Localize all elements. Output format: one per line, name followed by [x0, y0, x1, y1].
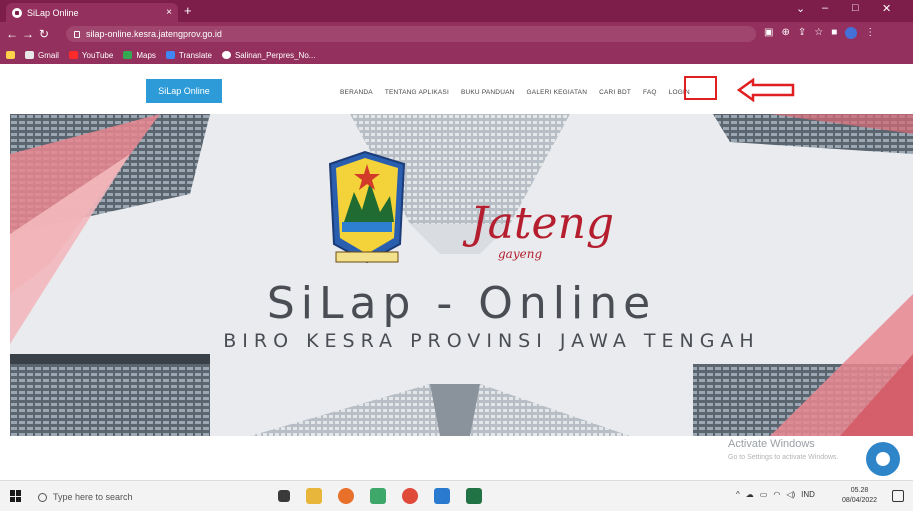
taskbar-clock[interactable]: 05.28 08/04/2022 [842, 486, 877, 506]
lock-icon [74, 30, 80, 38]
maps-icon [123, 51, 133, 59]
photos-icon[interactable] [370, 488, 386, 504]
gayeng-logo-text: gayeng [498, 247, 543, 261]
red-arrow-annotation-icon [737, 78, 795, 102]
chrome-icon[interactable] [402, 488, 418, 504]
hero-background-illustration [10, 114, 913, 436]
bookmark-label: Salinan_Perpres_No... [234, 50, 316, 60]
gmail-icon [25, 51, 34, 59]
maximize-button[interactable]: □ [852, 2, 859, 14]
globe-icon [221, 51, 231, 59]
new-tab-button[interactable]: + [184, 3, 192, 19]
tab-search-icon[interactable]: ⌄ [796, 2, 805, 15]
bookmark-perpres[interactable]: Salinan_Perpres_No... [221, 50, 316, 60]
language-indicator[interactable]: IND [801, 490, 815, 499]
hero-title: SiLap - Online [266, 278, 657, 329]
wifi-icon[interactable]: ◠ [773, 490, 780, 499]
browser-toolbar: ← → ↻ silap-online.kesra.jatengprov.go.i… [0, 22, 913, 46]
volume-icon[interactable]: ◁) [786, 490, 795, 499]
zoom-icon[interactable]: ⊕ [781, 27, 789, 39]
activate-windows-sub: Go to Settings to activate Windows. [728, 454, 839, 461]
excel-icon[interactable] [466, 488, 482, 504]
bookmark-maps[interactable]: Maps [123, 51, 156, 60]
faq-highlight-box [684, 76, 717, 100]
brand-button[interactable]: SiLap Online [146, 79, 222, 103]
profile-avatar-icon[interactable] [845, 27, 858, 39]
bookmark-label: Gmail [38, 50, 59, 60]
chat-widget-button[interactable] [866, 442, 900, 476]
translate-icon [165, 51, 175, 59]
file-explorer-icon[interactable] [306, 488, 322, 504]
bookmark-label: YouTube [81, 50, 114, 60]
activate-windows-title: Activate Windows [728, 438, 815, 450]
forward-arrow-icon[interactable]: → [20, 27, 36, 41]
notification-icon[interactable] [892, 490, 904, 502]
jateng-logo-text: Jateng [470, 198, 615, 249]
task-view-icon[interactable] [278, 490, 290, 502]
site-navbar: SiLap Online BERANDA TENTANG APLIKASI BU… [0, 64, 913, 114]
menu-item-buku-panduan[interactable]: BUKU PANDUAN [461, 89, 515, 96]
site-favicon-icon [12, 7, 22, 18]
toolbar-actions: ▣ ⊕ ⇪ ☆ ■ ⋮ [764, 27, 875, 39]
share-icon[interactable]: ⇪ [798, 27, 806, 39]
minimize-button[interactable]: – [822, 2, 828, 14]
hero-subtitle: BIRO KESRA PROVINSI JAWA TENGAH [223, 330, 760, 352]
browser-tab-bar: SiLap Online × + ⌄ – □ ✕ [0, 0, 913, 22]
clock-time: 05.28 [850, 487, 869, 494]
youtube-icon [68, 51, 78, 59]
bookmark-star-icon[interactable]: ☆ [814, 27, 823, 39]
bookmark-translate[interactable]: Translate [165, 50, 212, 60]
menu-item-tentang-aplikasi[interactable]: TENTANG APLIKASI [385, 89, 449, 96]
taskbar-apps [278, 488, 482, 504]
windows-start-icon[interactable] [10, 490, 22, 502]
cloud-icon[interactable]: ☁ [746, 490, 754, 499]
menu-item-beranda[interactable]: BERANDA [340, 89, 373, 96]
menu-dots-icon[interactable]: ⋮ [865, 27, 875, 39]
app-icon[interactable] [434, 488, 450, 504]
tab-title: SiLap Online [27, 7, 79, 18]
system-tray: ^ ☁ ▭ ◠ ◁) IND [736, 490, 815, 499]
chevron-up-icon[interactable]: ^ [736, 490, 740, 499]
address-bar[interactable]: silap-online.kesra.jatengprov.go.id [66, 26, 756, 42]
main-menu: BERANDA TENTANG APLIKASI BUKU PANDUAN GA… [340, 89, 690, 96]
back-arrow-icon[interactable]: ← [4, 27, 20, 41]
url-text: silap-online.kesra.jatengprov.go.id [86, 29, 222, 39]
translate-page-icon[interactable]: ▣ [764, 27, 773, 39]
screen: SiLap Online × + ⌄ – □ ✕ ← → ↻ silap-onl… [0, 0, 913, 511]
apps-grid-icon[interactable] [6, 51, 15, 59]
bookmarks-bar: Gmail YouTube Maps Translate Salinan_Per… [0, 46, 913, 64]
bookmark-label: Translate [178, 50, 212, 60]
tab-close-icon[interactable]: × [166, 7, 172, 18]
windows-taskbar: Type here to search ^ ☁ ▭ ◠ ◁) IND 05.28… [0, 480, 913, 511]
browser-tab[interactable]: SiLap Online × [6, 3, 178, 22]
search-placeholder: Type here to search [53, 492, 133, 502]
close-window-button[interactable]: ✕ [882, 2, 891, 15]
bookmark-gmail[interactable]: Gmail [25, 51, 59, 60]
battery-icon[interactable]: ▭ [760, 490, 768, 499]
menu-item-galeri-kegiatan[interactable]: GALERI KEGIATAN [527, 89, 588, 96]
taskbar-search[interactable]: Type here to search [38, 487, 248, 507]
bookmark-label: Maps [136, 50, 156, 60]
clock-date: 08/04/2022 [842, 497, 878, 504]
reload-icon[interactable]: ↻ [36, 27, 52, 41]
search-icon [38, 492, 47, 502]
web-page: SiLap Online BERANDA TENTANG APLIKASI BU… [0, 64, 913, 480]
firefox-icon[interactable] [338, 488, 354, 504]
bookmark-youtube[interactable]: YouTube [68, 50, 114, 60]
hero-banner: Jateng gayeng SiLap - Online BIRO KESRA … [10, 114, 913, 436]
extension-icon[interactable]: ■ [831, 27, 837, 39]
menu-item-faq[interactable]: FAQ [643, 89, 657, 96]
menu-item-cari-bdt[interactable]: CARI BDT [599, 89, 631, 96]
